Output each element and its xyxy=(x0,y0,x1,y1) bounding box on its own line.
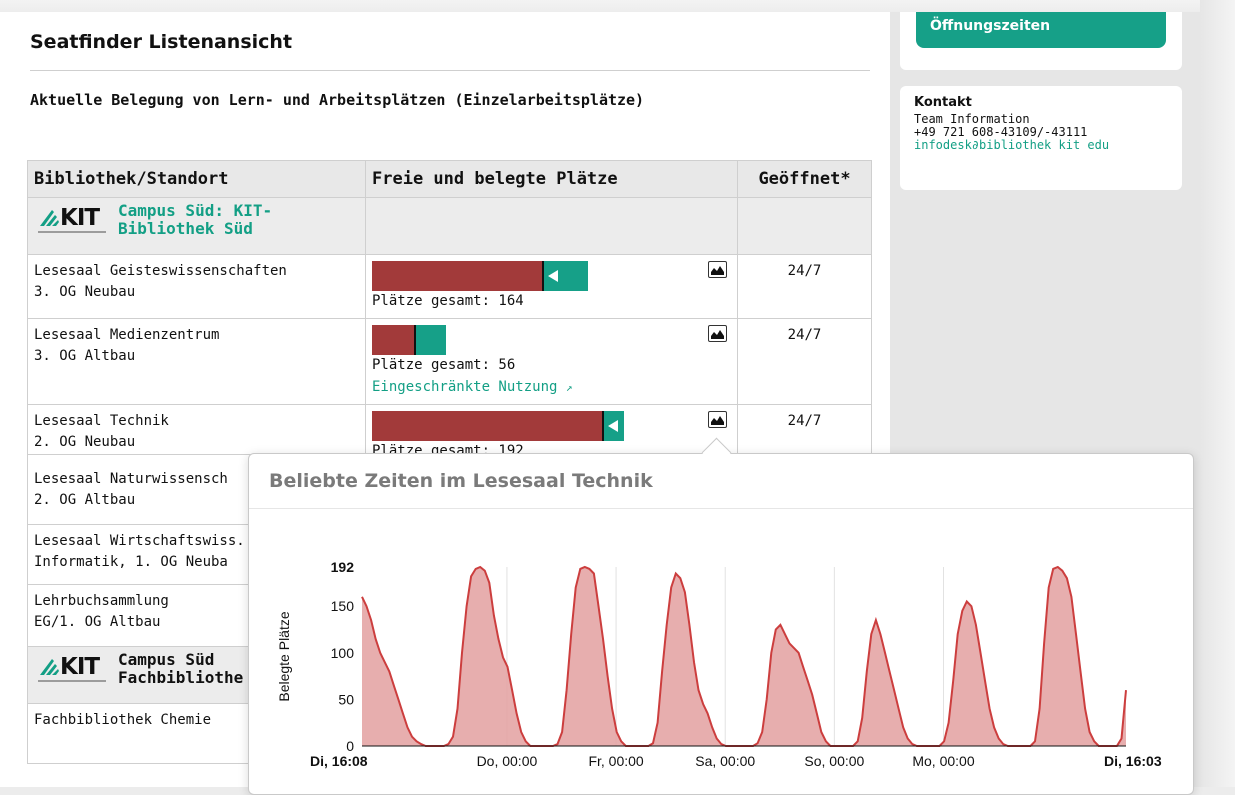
y-tick-label: 100 xyxy=(331,645,355,661)
campus-empty-cell xyxy=(365,197,738,255)
opening-hours-button[interactable]: Öffnungszeiten xyxy=(916,12,1166,48)
occupancy-bar xyxy=(372,261,588,291)
kit-logo: KIT xyxy=(36,202,108,238)
x-tick-label: Di, 16:08 xyxy=(310,753,368,769)
x-tick-label: Sa, 00:00 xyxy=(695,753,755,769)
total-seats: Plätze gesamt: 56 xyxy=(372,357,516,373)
occupied-bar xyxy=(372,325,414,355)
header-seats: Freie und belegte Plätze xyxy=(365,160,738,198)
limited-use-label: Eingeschränkte Nutzung xyxy=(372,379,558,395)
open-hours: 24/7 xyxy=(737,404,872,455)
occupied-bar xyxy=(372,411,602,441)
x-tick-label: Mo, 00:00 xyxy=(912,753,974,769)
campus-cell: KIT Campus Süd: KIT- Bibliothek Süd xyxy=(27,197,366,255)
seats-cell: Plätze gesamt: 192 xyxy=(365,404,738,459)
header-location: Bibliothek/Standort xyxy=(27,160,366,198)
seats-cell: Plätze gesamt: 164 xyxy=(365,254,738,319)
y-tick-label: 50 xyxy=(338,691,354,707)
campus-empty-cell xyxy=(737,197,872,255)
location-cell: Lesesaal Technik 2. OG Neubau xyxy=(27,404,366,455)
title-divider xyxy=(30,70,870,71)
table-row: Lesesaal Technik 2. OG Neubau Plätze ges… xyxy=(27,404,872,459)
page-subtitle: Aktuelle Belegung von Lern- und Arbeitsp… xyxy=(30,91,645,109)
y-tick-label: 0 xyxy=(346,738,354,754)
kit-logo: KIT xyxy=(36,651,108,687)
campus-row: KIT Campus Süd: KIT- Bibliothek Süd xyxy=(27,197,872,255)
limited-use-link[interactable]: Eingeschränkte Nutzung ↗ xyxy=(372,379,573,395)
y-tick-label: 192 xyxy=(331,559,355,575)
location-name: Lesesaal Medienzentrum xyxy=(34,327,220,343)
open-hours: 24/7 xyxy=(737,318,872,405)
page-edge xyxy=(1200,0,1235,787)
table-row: Lesesaal Medienzentrum 3. OG Altbau Plät… xyxy=(27,318,872,405)
location-floor: 3. OG Neubau xyxy=(34,284,136,300)
x-tick-label: Do, 00:00 xyxy=(477,753,538,769)
table-row: Lesesaal Geisteswissenschaften 3. OG Neu… xyxy=(27,254,872,319)
location-name: Lesesaal Technik xyxy=(34,413,169,429)
chart-toggle-button[interactable] xyxy=(708,261,727,278)
seats-cell: Plätze gesamt: 56 Eingeschränkte Nutzung… xyxy=(365,318,738,405)
campus-name-line1: Campus Süd xyxy=(118,650,215,669)
free-bar xyxy=(414,325,446,355)
kit-logo-text: KIT xyxy=(60,205,100,231)
page-title: Seatfinder Listenansicht xyxy=(30,31,293,53)
occupancy-area xyxy=(362,567,1126,746)
location-floor: 3. OG Altbau xyxy=(34,348,136,364)
contact-heading: Kontakt xyxy=(914,95,972,110)
header-open: Geöffnet* xyxy=(737,160,872,198)
location-name: Lesesaal Geisteswissenschaften xyxy=(34,263,287,279)
contact-email-link[interactable]: infodesk∂bibliothek kit edu xyxy=(914,139,1168,152)
free-bar xyxy=(542,261,588,291)
x-tick-label: Di, 16:03 xyxy=(1104,753,1162,769)
popular-times-popover: Beliebte Zeiten im Lesesaal Technik 0 50 1… xyxy=(248,453,1194,795)
free-bar xyxy=(602,411,624,441)
table-header-row: Bibliothek/Standort Freie und belegte Pl… xyxy=(27,160,872,198)
external-link-icon: ↗ xyxy=(565,381,573,394)
x-tick-label: Fr, 00:00 xyxy=(588,753,643,769)
campus-name-line2: Bibliothek Süd xyxy=(118,219,253,238)
location-cell: Lesesaal Medienzentrum 3. OG Altbau xyxy=(27,318,366,405)
total-seats: Plätze gesamt: 164 xyxy=(372,293,524,309)
y-tick-label: 150 xyxy=(331,598,355,614)
location-floor: 2. OG Neubau xyxy=(34,434,136,450)
kit-logo-text: KIT xyxy=(60,654,100,680)
contact-box: Kontakt Team Information +49 721 608-431… xyxy=(900,86,1182,190)
occupancy-bar xyxy=(372,411,624,441)
campus-name-link[interactable]: Campus Süd: KIT- Bibliothek Süd xyxy=(118,202,272,238)
occupied-bar xyxy=(372,261,542,291)
open-hours: 24/7 xyxy=(737,254,872,319)
y-axis-label: Belegte Plätze xyxy=(276,611,292,701)
location-cell: Lesesaal Geisteswissenschaften 3. OG Neu… xyxy=(27,254,366,319)
x-tick-label: So, 00:00 xyxy=(804,753,864,769)
campus-name-line2: Fachbibliothe xyxy=(118,668,244,687)
occupancy-bar xyxy=(372,325,446,355)
popular-times-chart: 0 50 100 150 192 Di, 16:08 Do, 00:00 Fr, 00:00 S… xyxy=(276,559,1162,769)
campus-name-link[interactable]: Campus Süd Fachbibliothe xyxy=(118,651,243,687)
campus-name-line1: Campus Süd: KIT- xyxy=(118,201,273,220)
chart-toggle-button[interactable] xyxy=(708,411,727,428)
chart-toggle-button[interactable] xyxy=(708,325,727,342)
